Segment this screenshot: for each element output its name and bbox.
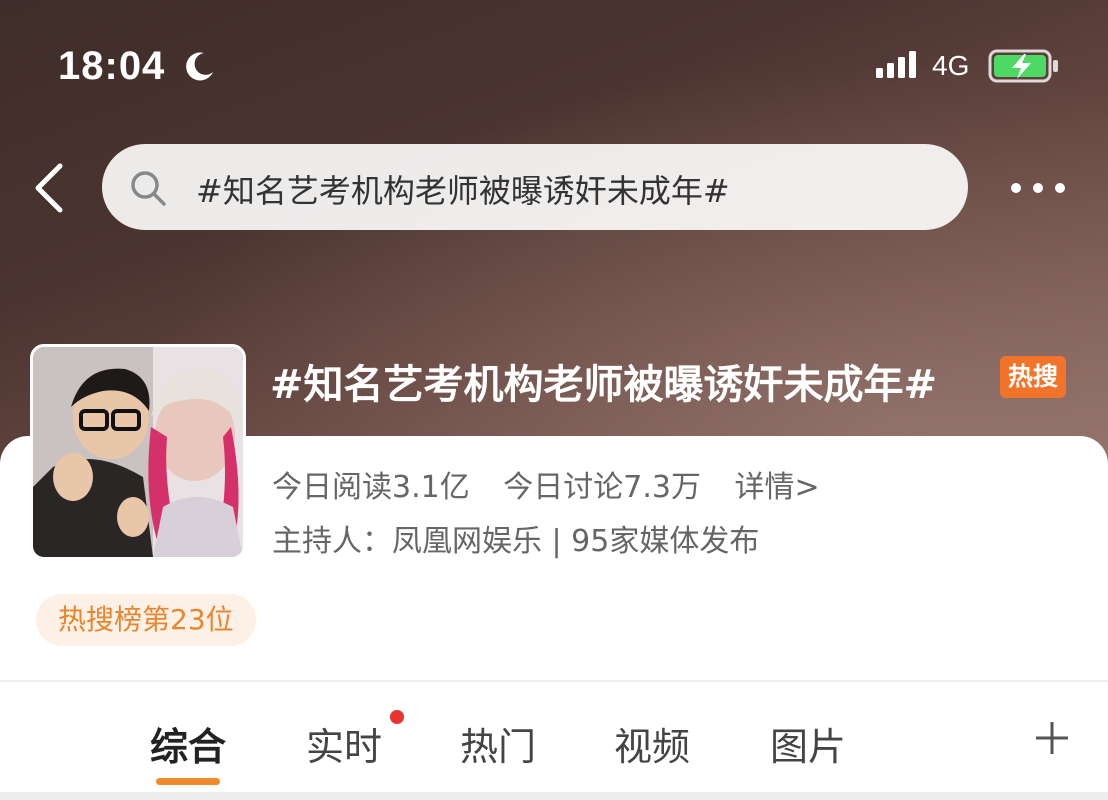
hot-search-badge: 热搜 xyxy=(1000,356,1067,398)
topic-title: #知名艺考机构老师被曝诱奸未成年# xyxy=(270,362,938,408)
tab-images[interactable]: 图片 xyxy=(770,716,846,771)
details-link[interactable]: 详情> xyxy=(735,470,820,505)
moon-icon xyxy=(186,52,213,81)
more-dots-icon[interactable] xyxy=(1008,178,1068,198)
battery-charging-icon xyxy=(988,49,1058,83)
signal-icon xyxy=(876,51,916,78)
topic-stats: 今日阅读3.1亿 今日讨论7.3万 详情> xyxy=(272,462,844,506)
today-reads: 今日阅读3.1亿 xyxy=(272,470,470,505)
today-discussions: 今日讨论7.3万 xyxy=(503,470,701,505)
tab-video[interactable]: 视频 xyxy=(614,716,690,771)
tab-hot[interactable]: 热门 xyxy=(460,716,536,771)
search-query-text[interactable]: #知名艺考机构老师被曝诱奸未成年# xyxy=(196,166,730,212)
tabs-bottom-border xyxy=(0,792,1108,800)
search-icon xyxy=(131,171,166,206)
active-tab-indicator xyxy=(156,778,220,785)
status-time: 18:04 xyxy=(58,44,166,88)
hot-rank-pill[interactable]: 热搜榜第23位 xyxy=(36,594,256,646)
tab-comprehensive[interactable]: 综合 xyxy=(150,716,226,771)
section-divider xyxy=(0,680,1108,682)
host-info[interactable]: 主持人：凤凰网娱乐 | 95家媒体发布 xyxy=(272,516,759,560)
search-bar[interactable]: #知名艺考机构老师被曝诱奸未成年# xyxy=(102,144,968,230)
realtime-notification-dot xyxy=(390,710,404,724)
network-type-label: 4G xyxy=(932,50,970,81)
topic-thumbnail-image[interactable] xyxy=(30,344,246,560)
plus-icon[interactable] xyxy=(1034,720,1070,756)
content-tabs: 综合 实时 热门 视频 图片 xyxy=(0,700,1108,800)
tab-realtime[interactable]: 实时 xyxy=(306,716,382,771)
back-chevron-icon[interactable] xyxy=(30,160,70,216)
